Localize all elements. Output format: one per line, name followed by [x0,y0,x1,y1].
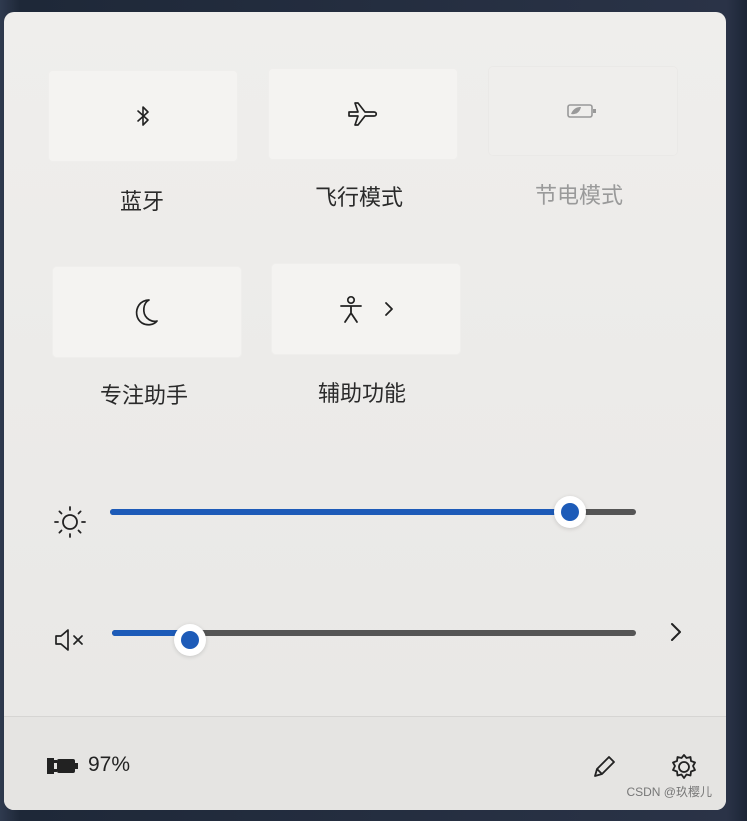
airplane-mode-toggle[interactable] [268,68,458,160]
focus-assist-toggle[interactable] [52,266,242,358]
brightness-slider-fill [110,509,570,515]
accessibility-label: 辅助功能 [318,382,407,407]
accessibility-icon [271,263,461,355]
battery-saver-toggle[interactable] [488,66,678,156]
battery-charging-icon[interactable] [42,749,82,783]
bluetooth-label: 蓝牙 [120,190,165,215]
bluetooth-toggle[interactable] [48,70,238,162]
brightness-slider-thumb[interactable] [554,496,586,528]
volume-muted-icon[interactable] [50,620,90,660]
quick-settings-panel: 蓝牙 飞行模式 节电模式 专注助手 辅助功能 97% CSDN @玖樱儿 [4,12,726,810]
bluetooth-icon [48,70,238,162]
volume-slider-fill [112,630,184,636]
pencil-icon[interactable] [584,747,624,787]
brightness-icon [50,502,90,542]
focus-assist-label: 专注助手 [100,384,189,409]
watermark: CSDN @玖樱儿 [626,785,712,799]
accessibility-chevron-icon [383,300,395,318]
battery-saver-label: 节电模式 [535,184,624,209]
gear-icon[interactable] [664,747,704,787]
volume-slider-thumb[interactable] [174,624,206,656]
moon-icon [52,266,242,358]
airplane-icon [268,68,458,160]
airplane-mode-label: 飞行模式 [315,186,404,211]
volume-output-chevron-icon[interactable] [656,612,696,652]
quick-settings-footer: 97% [4,716,726,810]
battery-saver-icon [488,66,678,156]
battery-percent-label: 97% [88,753,131,776]
accessibility-toggle[interactable] [271,263,461,355]
